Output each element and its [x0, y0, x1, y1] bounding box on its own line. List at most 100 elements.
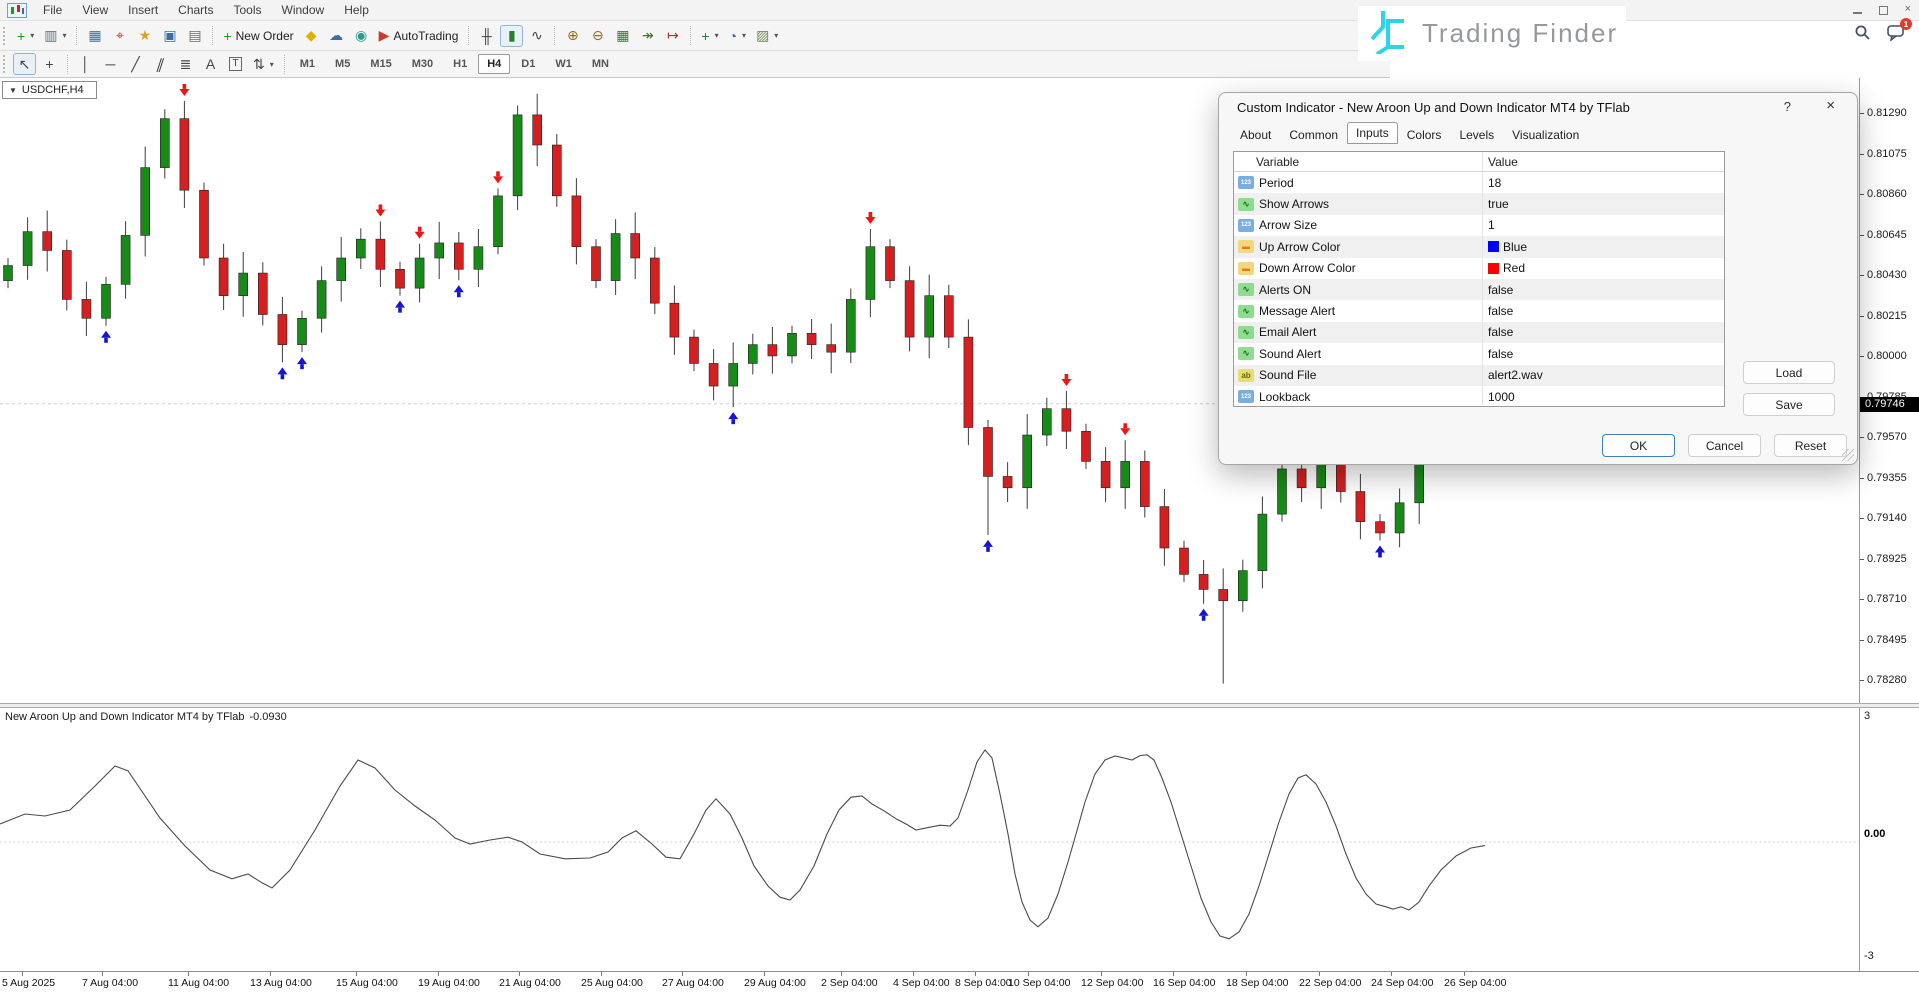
input-row-sound-alert[interactable]: ∿Sound Alertfalse — [1234, 343, 1724, 364]
terminal-button[interactable]: ▣ — [158, 25, 181, 47]
input-row-sound-file[interactable]: abSound Filealert2.wav — [1234, 365, 1724, 386]
crosshair-tool[interactable]: + — [38, 53, 61, 75]
menu-item-window[interactable]: Window — [272, 1, 335, 19]
variable-value[interactable]: false — [1488, 283, 1513, 297]
text-tool[interactable]: A — [199, 53, 222, 75]
timeframe-d1[interactable]: D1 — [512, 54, 544, 74]
symbol-label[interactable]: ▼ USDCHF,H4 — [2, 81, 97, 99]
indicator-panel[interactable]: New Aroon Up and Down Indicator MT4 by T… — [0, 708, 1859, 971]
time-axis[interactable]: 5 Aug 20257 Aug 04:0011 Aug 04:0013 Aug … — [0, 971, 1919, 996]
panel-splitter[interactable] — [0, 703, 1919, 708]
menu-item-help[interactable]: Help — [334, 1, 379, 19]
timeframe-w1[interactable]: W1 — [546, 54, 581, 74]
chat-icon[interactable]: 1 — [1887, 24, 1905, 46]
menu-item-tools[interactable]: Tools — [224, 1, 272, 19]
timeframe-mn[interactable]: MN — [583, 54, 618, 74]
chart-shift-button[interactable]: ↦ — [661, 25, 684, 47]
zoom-in-button[interactable]: ⊕ — [561, 25, 584, 47]
fibonacci-tool[interactable]: ≣ — [174, 53, 197, 75]
minimize-icon[interactable] — [1853, 12, 1862, 14]
timeframe-h1[interactable]: H1 — [444, 54, 476, 74]
cursor-tool[interactable]: ↖ — [13, 53, 36, 75]
tab-common[interactable]: Common — [1280, 124, 1347, 146]
new-chart-button[interactable]: +▾ — [13, 25, 38, 47]
trendline-tool[interactable]: ╱ — [124, 53, 147, 75]
chevron-down-icon[interactable]: ▾ — [62, 31, 66, 40]
periods-button[interactable]: ◔▾ — [725, 25, 750, 47]
timeframe-m5[interactable]: M5 — [326, 54, 359, 74]
variable-value[interactable]: false — [1488, 347, 1513, 361]
reset-button[interactable]: Reset — [1774, 434, 1847, 457]
chevron-down-icon[interactable]: ▾ — [270, 60, 274, 69]
channel-tool[interactable]: ∥ — [149, 53, 172, 75]
timeframe-m30[interactable]: M30 — [403, 54, 442, 74]
search-icon[interactable] — [1854, 24, 1871, 46]
chevron-down-icon[interactable]: ▾ — [742, 31, 746, 40]
timeframe-m15[interactable]: M15 — [361, 54, 400, 74]
shapes-dropdown[interactable]: ⇅▾ — [249, 53, 278, 75]
label-tool[interactable]: T — [224, 53, 247, 75]
candlestick-button[interactable]: ▮ — [500, 25, 523, 47]
ok-button[interactable]: OK — [1602, 434, 1675, 457]
chevron-down-icon[interactable]: ▾ — [30, 31, 34, 40]
tab-colors[interactable]: Colors — [1398, 124, 1451, 146]
templates-button[interactable]: ▨▾ — [752, 25, 782, 47]
input-row-lookback[interactable]: 123Lookback1000 — [1234, 386, 1724, 407]
timeframe-h4[interactable]: H4 — [478, 54, 510, 74]
input-row-period[interactable]: 123Period18 — [1234, 172, 1724, 193]
input-row-show-arrows[interactable]: ∿Show Arrowstrue — [1234, 193, 1724, 214]
dialog-close-icon[interactable]: × — [1826, 97, 1835, 114]
variable-value[interactable]: Red — [1503, 261, 1525, 275]
line-chart-button[interactable]: ∿ — [525, 25, 548, 47]
input-row-arrow-size[interactable]: 123Arrow Size1 — [1234, 215, 1724, 236]
chevron-down-icon[interactable]: ▾ — [715, 31, 719, 40]
variable-value[interactable]: true — [1488, 197, 1509, 211]
tab-visualization[interactable]: Visualization — [1503, 124, 1588, 146]
restore-icon[interactable] — [1879, 6, 1888, 15]
new-order-button[interactable]: +New Order — [219, 25, 297, 47]
zoom-out-button[interactable]: ⊖ — [586, 25, 609, 47]
input-row-email-alert[interactable]: ∿Email Alertfalse — [1234, 322, 1724, 343]
close-icon[interactable]: × — [1905, 3, 1911, 15]
chevron-down-icon[interactable]: ▾ — [774, 31, 778, 40]
cancel-button[interactable]: Cancel — [1688, 434, 1761, 457]
save-button[interactable]: Save — [1743, 393, 1835, 416]
menu-item-view[interactable]: View — [72, 1, 118, 19]
metaeditor-button[interactable]: ◆ — [300, 25, 323, 47]
menu-item-charts[interactable]: Charts — [168, 1, 223, 19]
price-scale[interactable]: 0.812900.810750.808600.806450.804300.802… — [1859, 78, 1919, 971]
vertical-line-tool[interactable]: │ — [74, 53, 97, 75]
variable-value[interactable]: false — [1488, 325, 1513, 339]
menu-item-file[interactable]: File — [33, 1, 72, 19]
autotrading-button[interactable]: ▶AutoTrading — [375, 25, 463, 47]
sounds-button[interactable]: ◉ — [350, 25, 373, 47]
menu-item-insert[interactable]: Insert — [118, 1, 168, 19]
input-row-up-arrow-color[interactable]: ▬Up Arrow ColorBlue — [1234, 236, 1724, 257]
tile-windows-button[interactable]: ▦ — [611, 25, 634, 47]
timeframe-m1[interactable]: M1 — [291, 54, 324, 74]
input-row-alerts-on[interactable]: ∿Alerts ONfalse — [1234, 279, 1724, 300]
strategy-tester-button[interactable]: ▤ — [183, 25, 206, 47]
indicators-button[interactable]: +▾ — [697, 25, 722, 47]
load-button[interactable]: Load — [1743, 361, 1835, 384]
resize-grip[interactable] — [1842, 449, 1854, 461]
bar-chart-button[interactable]: ╫ — [475, 25, 498, 47]
variable-value[interactable]: Blue — [1503, 240, 1527, 254]
horizontal-line-tool[interactable]: ─ — [99, 53, 122, 75]
variable-value[interactable]: false — [1488, 304, 1513, 318]
help-icon[interactable]: ? — [1784, 99, 1791, 114]
tab-levels[interactable]: Levels — [1450, 124, 1503, 146]
input-row-message-alert[interactable]: ∿Message Alertfalse — [1234, 300, 1724, 321]
publisher-button[interactable]: ☁ — [325, 25, 348, 47]
variable-value[interactable]: 1 — [1488, 218, 1495, 232]
market-watch-button[interactable]: ▦ — [83, 25, 106, 47]
tab-inputs[interactable]: Inputs — [1347, 122, 1398, 144]
tab-about[interactable]: About — [1231, 124, 1280, 146]
variable-value[interactable]: alert2.wav — [1488, 368, 1543, 382]
autoscroll-button[interactable]: ↠ — [636, 25, 659, 47]
collapse-icon[interactable]: ▼ — [9, 86, 17, 95]
data-window-button[interactable]: ⌖ — [108, 25, 131, 47]
input-row-down-arrow-color[interactable]: ▬Down Arrow ColorRed — [1234, 258, 1724, 279]
variable-value[interactable]: 18 — [1488, 176, 1501, 190]
variable-value[interactable]: 1000 — [1488, 390, 1515, 404]
